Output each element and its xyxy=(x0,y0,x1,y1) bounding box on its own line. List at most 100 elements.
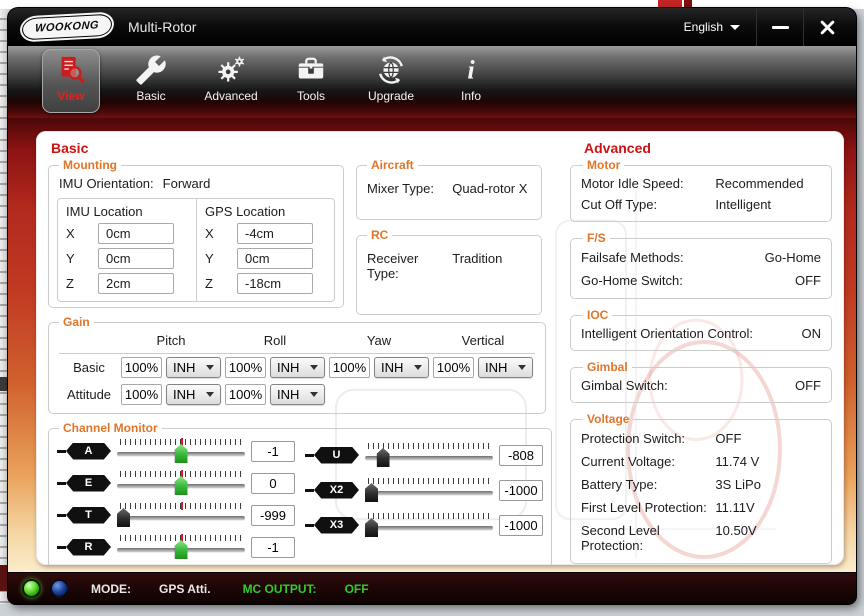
gimbal-legend: Gimbal xyxy=(583,360,632,374)
channel-monitor-section: Channel Monitor A-1E0T-999R-1 U-808X2-10… xyxy=(48,421,552,565)
language-dropdown[interactable]: English xyxy=(668,8,756,46)
toolbar-item-basic[interactable]: Basic xyxy=(122,49,180,113)
channel-slider[interactable] xyxy=(117,502,245,528)
section-gimbal: GimbalGimbal Switch:OFF xyxy=(570,360,832,403)
imu-orientation-label: IMU Orientation: xyxy=(59,176,154,191)
slider-thumb[interactable] xyxy=(365,518,378,537)
receiver-type-value: Tradition xyxy=(452,251,531,281)
gps-z-input[interactable]: -18cm xyxy=(237,273,313,294)
advanced-row: Intelligent Orientation Control:ON xyxy=(581,323,821,344)
close-button[interactable] xyxy=(804,8,850,46)
channel-slider[interactable] xyxy=(365,512,493,538)
location-row: Y0cm xyxy=(66,248,188,269)
titlebar: WOOKONG Multi-Rotor English xyxy=(8,8,856,46)
toolbar-item-tools[interactable]: Tools xyxy=(282,49,340,113)
advanced-value: OFF xyxy=(795,378,821,393)
advanced-value: 11.74 V xyxy=(715,454,821,469)
gps-x-input[interactable]: -4cm xyxy=(237,223,313,244)
toolbar-item-info[interactable]: iInfo xyxy=(442,49,500,113)
ioc-legend: IOC xyxy=(583,308,612,322)
channel-value: -808 xyxy=(499,445,543,466)
channel-monitor-legend: Channel Monitor xyxy=(59,421,162,435)
imu-x-input[interactable]: 0cm xyxy=(98,223,174,244)
mc-output-value: OFF xyxy=(345,582,369,596)
axis-label: Y xyxy=(205,251,237,266)
channel-slider[interactable] xyxy=(117,534,245,560)
toolbar-item-advanced[interactable]: Advanced xyxy=(202,49,260,113)
imu-y-input[interactable]: 0cm xyxy=(98,248,174,269)
channel-slider[interactable] xyxy=(117,470,245,496)
gain-percent-input[interactable]: 100% xyxy=(329,357,370,378)
gain-mode-dropdown[interactable]: INH xyxy=(270,384,325,405)
channel-tag: U xyxy=(305,447,359,464)
channel-tag: X2 xyxy=(305,482,359,499)
gain-cell: 100%INH xyxy=(223,354,327,381)
channel-slider[interactable] xyxy=(117,438,245,464)
aircraft-section: Aircraft Mixer Type: Quad-rotor X xyxy=(356,158,542,220)
channel-slider[interactable] xyxy=(365,477,493,503)
advanced-row: Protection Switch:OFF xyxy=(581,427,821,450)
slider-thumb[interactable] xyxy=(365,483,378,502)
basic-icon xyxy=(135,54,167,86)
chevron-down-icon xyxy=(310,392,318,397)
slider-thumb[interactable] xyxy=(117,508,130,527)
section-ioc: IOCIntelligent Orientation Control:ON xyxy=(570,308,832,351)
slider-thumb[interactable] xyxy=(175,540,188,559)
gps-y-input[interactable]: 0cm xyxy=(237,248,313,269)
channel-tag-stub xyxy=(305,454,314,457)
gain-percent-input[interactable]: 100% xyxy=(121,357,162,378)
chevron-down-icon xyxy=(310,365,318,370)
channel-row-e: E0 xyxy=(57,470,295,496)
gain-percent-input[interactable]: 100% xyxy=(121,384,162,405)
gain-mode-value: INH xyxy=(173,360,195,375)
section-voltage: VoltageProtection Switch:OFFCurrent Volt… xyxy=(570,412,832,564)
gain-percent-input[interactable]: 100% xyxy=(433,357,474,378)
toolbar-item-upgrade[interactable]: Upgrade xyxy=(362,49,420,113)
channel-column-right: U -808 X2-1000 X3-1000 xyxy=(305,438,543,560)
svg-text:i: i xyxy=(467,55,475,84)
gain-mode-value: INH xyxy=(485,360,507,375)
channel-tag-label: T xyxy=(66,507,111,524)
channel-slider[interactable] xyxy=(365,442,493,468)
advanced-value: 11.11V xyxy=(715,500,821,515)
advanced-row: Second Level Protection:10.50V xyxy=(581,519,821,557)
gain-mode-dropdown[interactable]: INH xyxy=(166,384,221,405)
gain-mode-dropdown[interactable]: INH xyxy=(270,357,325,378)
channel-row-x2: X2-1000 xyxy=(305,477,543,503)
receiver-type-label: Receiver Type: xyxy=(367,251,452,281)
gain-percent-input[interactable]: 100% xyxy=(225,384,266,405)
slider-ticks xyxy=(368,513,490,519)
imu-z-input[interactable]: 2cm xyxy=(98,273,174,294)
gain-mode-value: INH xyxy=(381,360,403,375)
channel-monitor-grid: A-1E0T-999R-1 U-808X2-1000X3-1000 xyxy=(57,437,543,562)
gain-percent-input[interactable]: 100% xyxy=(225,357,266,378)
advanced-label: Protection Switch: xyxy=(581,431,715,446)
toolbar-item-view[interactable]: View xyxy=(42,49,100,113)
advanced-column: Advanced MotorMotor Idle Speed:Recommend… xyxy=(570,137,832,561)
gain-column-header: Vertical xyxy=(431,331,535,354)
gain-mode-dropdown[interactable]: INH xyxy=(166,357,221,378)
toolbar: View Basic Advanced Tools Upgrade iInfo xyxy=(8,46,856,118)
gain-mode-dropdown[interactable]: INH xyxy=(374,357,429,378)
axis-label: Z xyxy=(66,276,98,291)
upgrade-icon xyxy=(375,54,407,86)
gain-mode-dropdown[interactable]: INH xyxy=(478,357,533,378)
logo-text: WOOKONG xyxy=(35,19,100,34)
tools-icon xyxy=(295,54,327,86)
mixer-type-label: Mixer Type: xyxy=(367,181,452,196)
channel-row-x3: X3-1000 xyxy=(305,512,543,538)
slider-thumb[interactable] xyxy=(377,448,390,467)
channel-tag-stub xyxy=(57,546,66,549)
slider-thumb[interactable] xyxy=(175,444,188,463)
minimize-button[interactable] xyxy=(757,8,803,46)
slider-center-tick xyxy=(181,502,183,510)
mounting-section: Mounting IMU Orientation: Forward IMU Lo… xyxy=(48,158,344,308)
slider-thumb[interactable] xyxy=(175,476,188,495)
advanced-row: Current Voltage:11.74 V xyxy=(581,450,821,473)
minimize-icon xyxy=(772,26,789,29)
voltage-legend: Voltage xyxy=(583,412,633,426)
mode-label: MODE: xyxy=(91,582,131,596)
toolbar-item-label: Tools xyxy=(297,89,325,103)
advanced-label: Second Level Protection: xyxy=(581,523,715,553)
slider-ticks xyxy=(120,503,242,509)
